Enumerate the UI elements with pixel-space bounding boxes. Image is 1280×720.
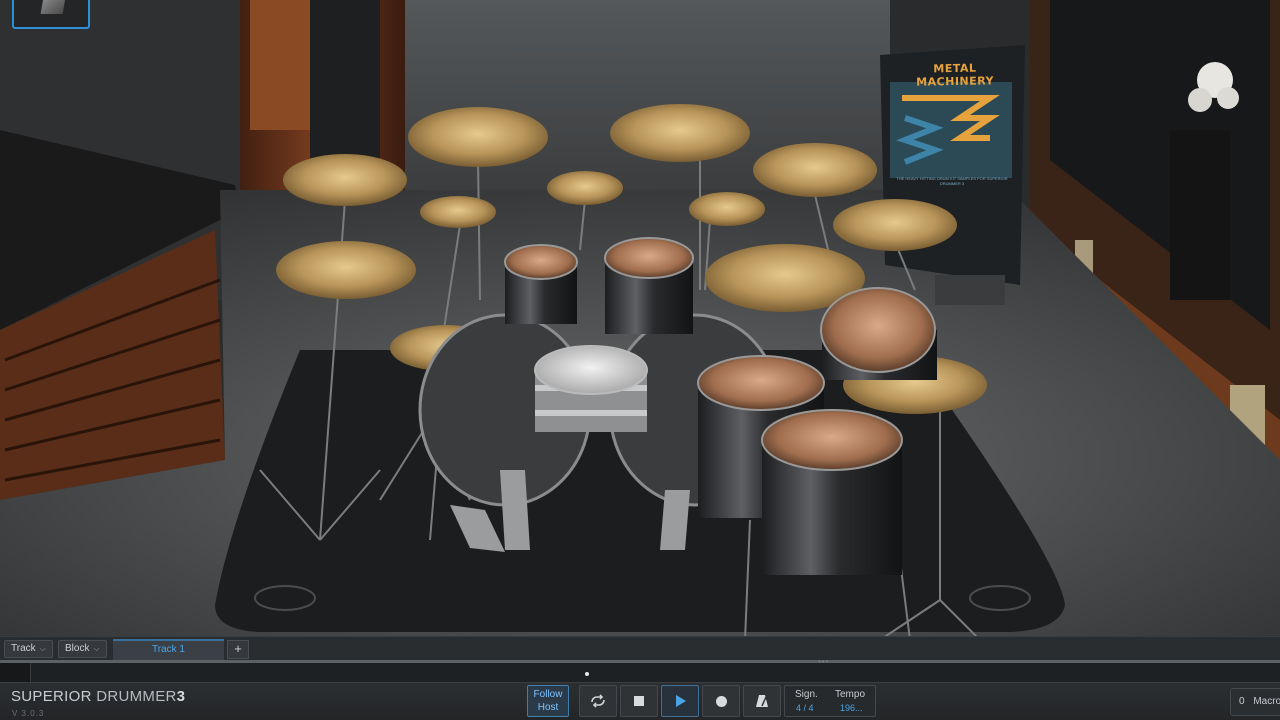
- block-menu-label: Block: [65, 643, 90, 654]
- banner-title: METAL MACHINERY: [916, 61, 995, 89]
- loop-icon: [591, 694, 605, 708]
- banner-subtitle: THE HEAVY HITTING DRUM KIT SAMPLES FOR S…: [896, 176, 1008, 186]
- pedestal: [1170, 130, 1230, 300]
- cymbal-crash-left: [283, 154, 407, 206]
- record-icon: [715, 695, 727, 707]
- follow-host-button[interactable]: Follow Host: [527, 685, 569, 717]
- timeline[interactable]: •••: [0, 657, 1280, 682]
- tempo-value[interactable]: 196...: [840, 703, 863, 713]
- record-button[interactable]: [702, 685, 740, 717]
- signature-value[interactable]: 4 / 4: [796, 703, 814, 713]
- tom-floor-1: [697, 355, 825, 411]
- track-bar: Track ⌵ Block ⌵ Track 1 +: [0, 636, 1280, 661]
- macro-button[interactable]: 0 Macro: [1230, 688, 1280, 716]
- logo-drummer: DRUMMER: [96, 688, 177, 705]
- app-logo: SUPERIOR DRUMMER3: [11, 688, 185, 705]
- loop-button[interactable]: [579, 685, 617, 717]
- tempo-label: Tempo: [835, 689, 866, 700]
- cymbal-crash-center: [610, 104, 750, 162]
- chevron-down-icon: ⌵: [93, 644, 100, 653]
- cymbal-crash-back-left: [408, 107, 548, 167]
- stop-button[interactable]: [620, 685, 658, 717]
- cymbal-splash-left: [420, 196, 496, 228]
- add-track-button[interactable]: +: [227, 640, 249, 659]
- cymbal-china-right: [833, 199, 957, 251]
- tab-track-1[interactable]: Track 1: [113, 639, 224, 661]
- play-icon: [676, 695, 686, 707]
- drum-kit-scene[interactable]: [0, 0, 1280, 636]
- track-menu-button[interactable]: Track ⌵: [4, 640, 53, 658]
- follow-host-line1: Follow: [533, 689, 563, 700]
- app-version: V 3.0.3: [12, 709, 45, 718]
- plus-icon: +: [234, 641, 242, 656]
- transport-controls: Follow Host Sign. 4 / 4 Tempo 196...: [527, 685, 877, 717]
- logo-superior: SUPERIOR: [11, 688, 92, 705]
- cymbal-china-left: [276, 241, 416, 299]
- metronome-button[interactable]: [743, 685, 781, 717]
- track-menu-label: Track: [11, 643, 36, 654]
- cymbal-crash-right: [753, 143, 877, 197]
- macro-label: Macro: [1253, 696, 1280, 707]
- cymbal-splash-right: [689, 192, 765, 226]
- stop-icon: [634, 696, 644, 706]
- signature-label: Sign.: [795, 689, 818, 700]
- drum-stage-view[interactable]: METAL MACHINERY THE HEAVY HITTING DRUM K…: [0, 0, 1280, 636]
- cymbal-splash-center: [547, 171, 623, 205]
- cube-icon: [40, 0, 66, 14]
- song-track-lane[interactable]: [30, 663, 1280, 682]
- logo-version-number: 3: [176, 688, 186, 705]
- snare-drum[interactable]: [534, 345, 648, 432]
- chevron-down-icon: ⌵: [39, 644, 46, 653]
- tom-rack-2: [604, 237, 694, 279]
- play-button[interactable]: [661, 685, 699, 717]
- signature-tempo-display[interactable]: Sign. 4 / 4 Tempo 196...: [784, 685, 876, 717]
- block-menu-button[interactable]: Block ⌵: [58, 640, 107, 658]
- kit-thumbnail-button[interactable]: [12, 0, 90, 29]
- playhead-marker[interactable]: [585, 672, 589, 676]
- tom-rack-3: [820, 287, 936, 373]
- tom-floor-2: [761, 409, 903, 471]
- follow-host-line2: Host: [537, 702, 559, 713]
- macro-count: 0: [1239, 696, 1245, 707]
- tom-rack-1: [504, 244, 578, 280]
- metronome-icon: [756, 695, 768, 707]
- transport-bar: SUPERIOR DRUMMER3 V 3.0.3 Follow Host Si…: [0, 682, 1280, 720]
